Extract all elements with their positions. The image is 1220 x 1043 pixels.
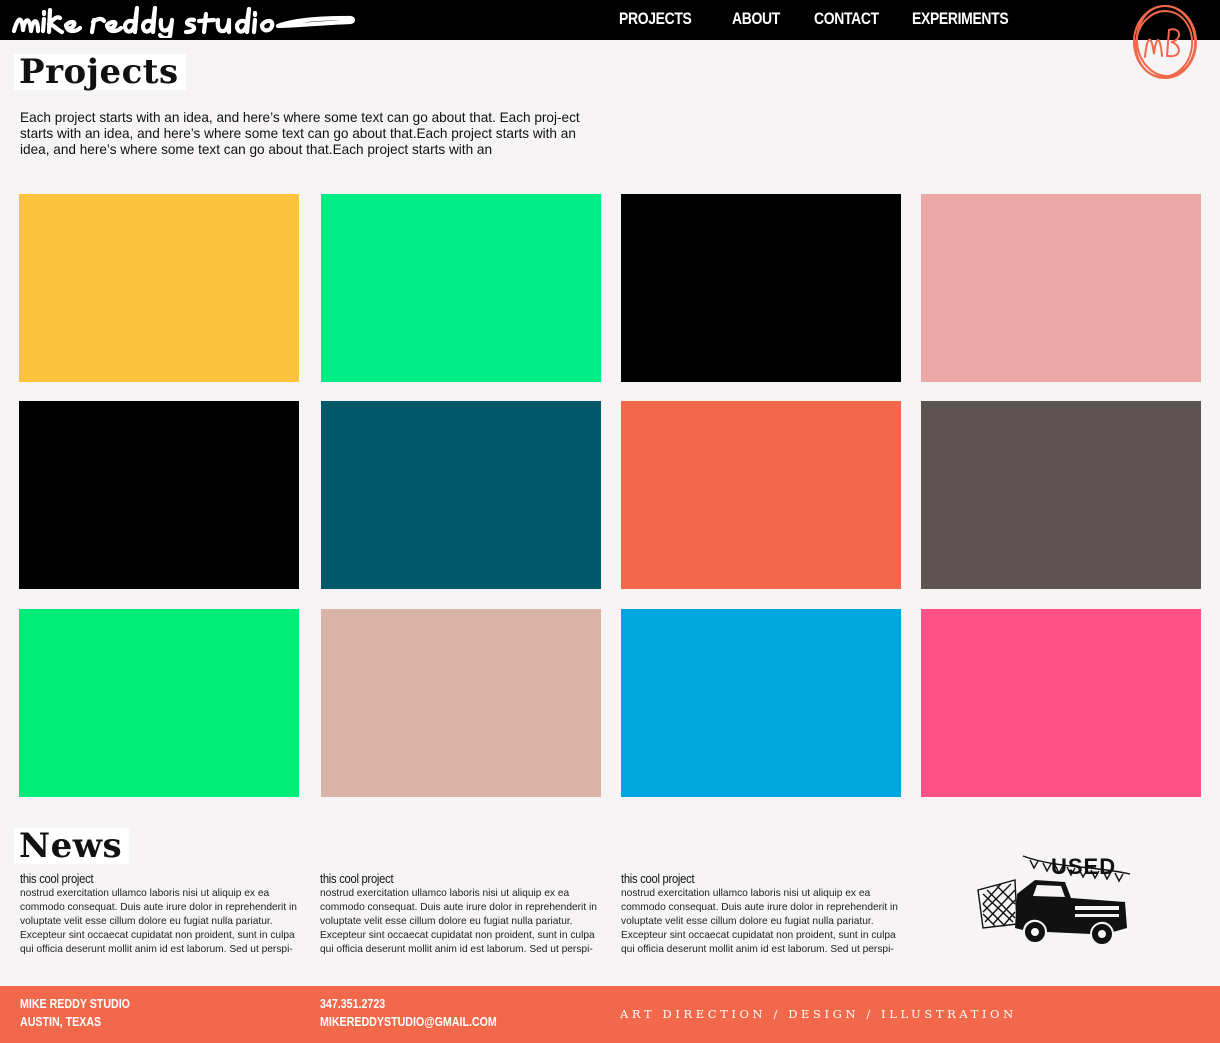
- news-item-title: this cool project: [621, 871, 695, 886]
- project-tile[interactable]: [321, 609, 601, 797]
- used-sign-text: USED: [1051, 854, 1116, 879]
- news-item-body: nostrud exercitation ullamco laboris nis…: [20, 888, 297, 955]
- news-item-title: this cool project: [20, 871, 94, 886]
- nav-experiments[interactable]: EXPERIMENTS: [912, 9, 1009, 29]
- project-tile[interactable]: [321, 401, 601, 589]
- footer-tagline: ART DIRECTION / DESIGN / ILLUSTRATION: [620, 1007, 1017, 1021]
- project-tile[interactable]: [19, 401, 299, 589]
- footer-phone[interactable]: 347.351.2723: [320, 995, 385, 1013]
- mr-badge-logo[interactable]: [1129, 2, 1201, 84]
- news-item-title: this cool project: [320, 871, 394, 886]
- footer-studio-name: MIKE REDDY STUDIO: [20, 996, 130, 1011]
- project-tile[interactable]: [621, 194, 901, 382]
- project-tile[interactable]: [921, 194, 1201, 382]
- project-tile[interactable]: [321, 194, 601, 382]
- news-item-body: nostrud exercitation ullamco laboris nis…: [320, 888, 597, 955]
- project-tile[interactable]: [19, 194, 299, 382]
- site-logo[interactable]: [10, 4, 355, 38]
- project-tile[interactable]: [921, 401, 1201, 589]
- projects-title: Projects: [14, 54, 186, 90]
- news-item[interactable]: this cool project nostrud exercitation u…: [320, 871, 605, 957]
- news-title: News: [14, 828, 130, 864]
- site-header: PROJECTS ABOUT CONTACT EXPERIMENTS: [0, 0, 1220, 40]
- news-item-body: nostrud exercitation ullamco laboris nis…: [621, 888, 898, 955]
- site-footer: [0, 986, 1220, 1043]
- footer-email[interactable]: MIKEREDDYSTUDIO@GMAIL.COM: [320, 1013, 497, 1031]
- projects-intro: Each project starts with an idea, and he…: [20, 110, 580, 157]
- nav-about[interactable]: ABOUT: [732, 9, 780, 29]
- project-tile[interactable]: [621, 609, 901, 797]
- project-tile[interactable]: [621, 401, 901, 589]
- news-item[interactable]: this cool project nostrud exercitation u…: [621, 871, 906, 957]
- used-truck-illustration: USED: [977, 854, 1131, 946]
- project-tile[interactable]: [921, 609, 1201, 797]
- project-tile[interactable]: [19, 609, 299, 797]
- news-item[interactable]: this cool project nostrud exercitation u…: [20, 871, 305, 957]
- footer-location: AUSTIN, TEXAS: [20, 1014, 102, 1029]
- nav-contact[interactable]: CONTACT: [814, 9, 879, 29]
- nav-projects[interactable]: PROJECTS: [619, 9, 692, 29]
